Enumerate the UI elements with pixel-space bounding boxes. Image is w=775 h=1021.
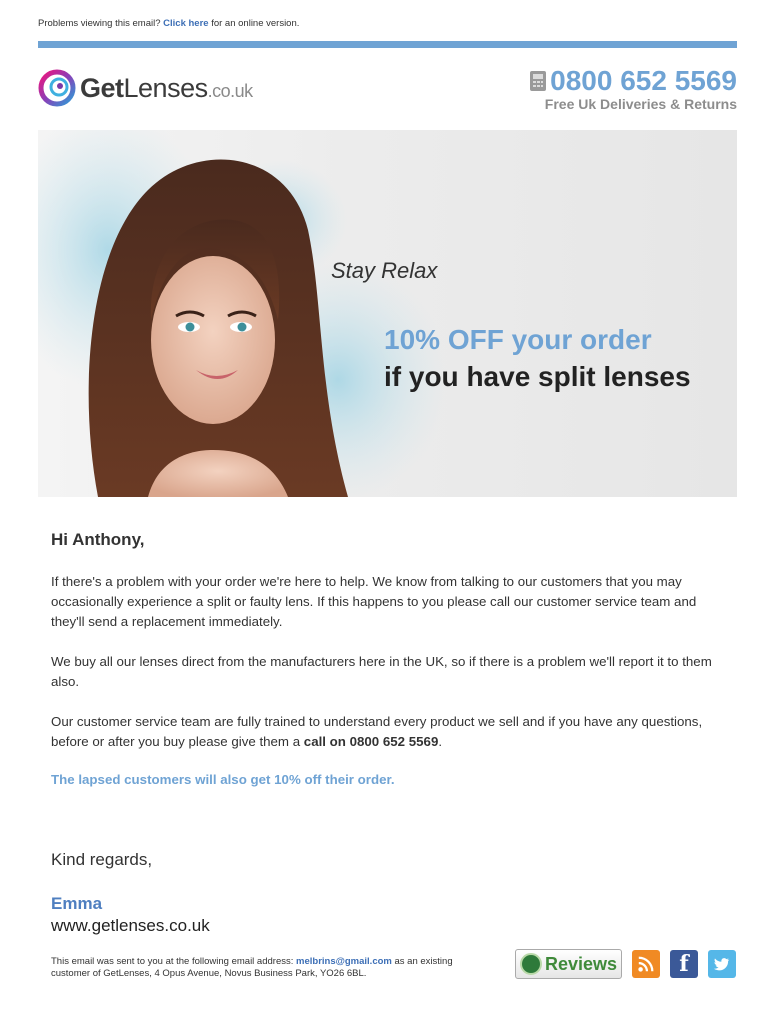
- hero-offer: 10% OFF your order: [384, 324, 652, 355]
- recipient-email-link[interactable]: melbrins@gmail.com: [296, 956, 392, 967]
- problems-text: Problems viewing this email?: [38, 18, 161, 29]
- facebook-icon[interactable]: f: [670, 950, 698, 978]
- hero-banner[interactable]: Stay Relax 10% OFF your order if you hav…: [38, 130, 737, 497]
- rss-glyph-icon: [638, 956, 654, 972]
- logo-tld: .co.uk: [207, 80, 254, 101]
- website-link[interactable]: www.getlenses.co.uk: [51, 916, 210, 936]
- footer-text-start: This email was sent to you at the follow…: [51, 956, 297, 967]
- online-version-text: for an online version.: [211, 18, 300, 29]
- phone-number[interactable]: 0800 652 5569: [529, 66, 737, 96]
- hero-offer-sub: if you have split lenses: [384, 361, 691, 392]
- paragraph-2: We buy all our lenses direct from the ma…: [51, 654, 712, 689]
- paragraph-3: Our customer service team are fully trai…: [51, 712, 731, 752]
- hero-tagline: Stay Relax: [331, 258, 438, 283]
- reviews-label: Reviews: [545, 953, 618, 974]
- paragraph-1: If there's a problem with your order we'…: [51, 574, 697, 629]
- email-body: Hi Anthony, If there's a problem with yo…: [51, 530, 731, 787]
- greeting: Hi Anthony,: [51, 530, 145, 549]
- logo-swirl-icon: [38, 69, 76, 107]
- paragraph-3-end: .: [438, 734, 443, 749]
- getlenses-logo[interactable]: GetLenses.co.uk: [38, 68, 253, 108]
- contact-block: 0800 652 5569 Free Uk Deliveries & Retur…: [529, 66, 737, 112]
- logo-wordmark: GetLenses.co.uk: [80, 73, 253, 104]
- rss-icon[interactable]: [632, 950, 660, 978]
- phone-text: 0800 652 5569: [550, 65, 737, 96]
- logo-lenses: Lenses: [123, 72, 209, 103]
- click-here-link[interactable]: Click here: [163, 18, 208, 29]
- hero-woman-image: [38, 130, 448, 497]
- kind-regards: Kind regards,: [51, 850, 153, 869]
- twitter-icon[interactable]: [708, 950, 736, 978]
- phone-icon: [530, 71, 547, 91]
- logo-get: Get: [80, 72, 124, 103]
- reviews-button[interactable]: Reviews: [515, 949, 622, 979]
- online-version-notice: Problems viewing this email? Click here …: [38, 18, 299, 29]
- sender-name: Emma: [51, 894, 103, 913]
- delivery-tagline: Free Uk Deliveries & Returns: [544, 96, 737, 112]
- twitter-bird-icon: [713, 958, 730, 971]
- promo-note: The lapsed customers will also get 10% o…: [51, 772, 395, 787]
- header-divider: [38, 41, 737, 48]
- reviews-seal-icon: [520, 953, 542, 975]
- call-phone-text: call on 0800 652 5569: [303, 734, 439, 749]
- footer-text: This email was sent to you at the follow…: [51, 956, 491, 980]
